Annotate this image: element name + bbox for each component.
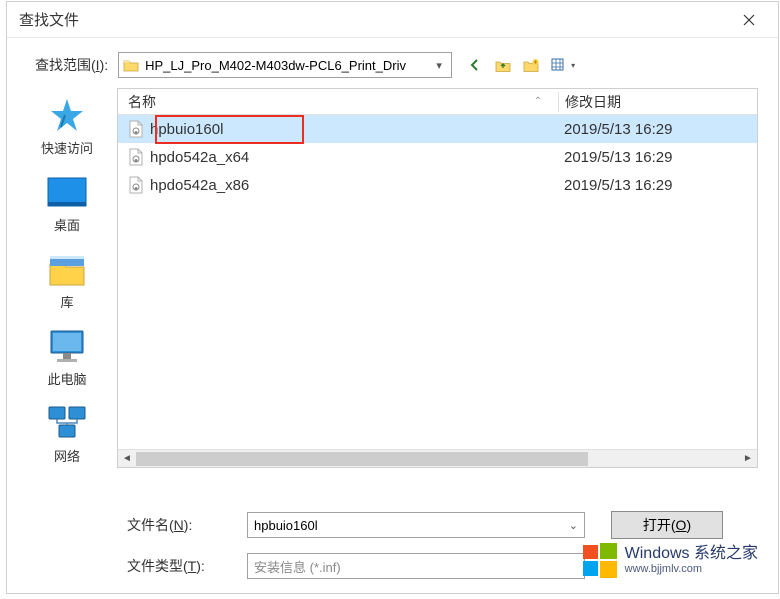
file-date: 2019/5/13 16:29 — [558, 121, 757, 138]
chevron-down-icon: ▾ — [571, 61, 575, 70]
horizontal-scrollbar[interactable]: ◄ ► — [118, 449, 757, 467]
file-list[interactable]: hpbuio160l 2019/5/13 16:29 hpdo542a_x64 … — [118, 115, 757, 449]
filetype-combo[interactable]: 安装信息 (*.inf) — [247, 553, 585, 579]
inf-file-icon — [128, 120, 144, 138]
place-network[interactable]: 网络 — [22, 404, 112, 465]
new-folder-icon — [523, 58, 539, 72]
desktop-icon — [45, 173, 89, 213]
folder-icon — [123, 58, 139, 72]
file-name: hpbuio160l — [150, 121, 223, 138]
titlebar: 查找文件 — [7, 2, 778, 38]
quick-access-icon — [45, 96, 89, 136]
chevron-down-icon: ⌄ — [569, 519, 578, 532]
bottom-form: 文件名(N): hpbuio160l ⌄ 打开(O) 文件类型(T): 安装信息… — [7, 497, 778, 593]
look-in-label: 查找范围(I): — [35, 55, 108, 75]
file-name: hpdo542a_x86 — [150, 177, 249, 194]
file-date: 2019/5/13 16:29 — [558, 149, 757, 166]
inf-file-icon — [128, 148, 144, 166]
window-title: 查找文件 — [19, 9, 730, 30]
filename-label: 文件名(N): — [127, 515, 247, 535]
file-row[interactable]: hpbuio160l 2019/5/13 16:29 — [118, 115, 757, 143]
file-row[interactable]: hpdo542a_x64 2019/5/13 16:29 — [118, 143, 757, 171]
scroll-right-button[interactable]: ► — [739, 450, 757, 468]
file-list-panel: 名称 ⌃ 修改日期 hpbuio160l 2019/5/13 16:29 hpd… — [117, 88, 758, 468]
main-area: 快速访问 桌面 库 此电脑 — [7, 88, 778, 497]
file-date: 2019/5/13 16:29 — [558, 177, 757, 194]
file-list-header: 名称 ⌃ 修改日期 — [118, 89, 757, 115]
back-button[interactable] — [466, 56, 484, 74]
look-in-combo[interactable]: HP_LJ_Pro_M402-M403dw-PCL6_Print_Driv ▾ — [118, 52, 452, 78]
scroll-track[interactable] — [136, 450, 739, 468]
scroll-thumb[interactable] — [136, 452, 588, 466]
back-arrow-icon — [467, 57, 483, 73]
places-bar: 快速访问 桌面 库 此电脑 — [17, 88, 117, 497]
look-in-row: 查找范围(I): HP_LJ_Pro_M402-M403dw-PCL6_Prin… — [7, 38, 778, 88]
file-name: hpdo542a_x64 — [150, 149, 249, 166]
new-folder-button[interactable] — [522, 56, 540, 74]
find-file-dialog: 查找文件 查找范围(I): HP_LJ_Pro_M402-M403dw-PCL6… — [6, 1, 779, 594]
network-icon — [45, 404, 89, 444]
inf-file-icon — [128, 176, 144, 194]
open-button[interactable]: 打开(O) — [611, 511, 723, 539]
sort-indicator-icon: ⌃ — [518, 96, 558, 107]
place-desktop[interactable]: 桌面 — [22, 173, 112, 234]
column-header-name[interactable]: 名称 — [118, 92, 518, 112]
up-one-level-button[interactable] — [494, 56, 512, 74]
look-in-toolbar: ▾ — [466, 56, 568, 74]
libraries-icon — [45, 250, 89, 290]
this-pc-icon — [45, 327, 89, 367]
view-grid-icon — [551, 58, 567, 72]
place-this-pc[interactable]: 此电脑 — [22, 327, 112, 388]
close-button[interactable] — [730, 6, 768, 34]
folder-up-icon — [495, 58, 511, 72]
place-libraries[interactable]: 库 — [22, 250, 112, 311]
chevron-down-icon: ▾ — [431, 59, 447, 72]
place-quick-access[interactable]: 快速访问 — [22, 96, 112, 157]
filename-input[interactable]: hpbuio160l ⌄ — [247, 512, 585, 538]
look-in-folder-name: HP_LJ_Pro_M402-M403dw-PCL6_Print_Driv — [145, 58, 431, 73]
scroll-left-button[interactable]: ◄ — [118, 450, 136, 468]
filetype-label: 文件类型(T): — [127, 556, 247, 576]
view-menu-button[interactable]: ▾ — [550, 56, 568, 74]
file-row[interactable]: hpdo542a_x86 2019/5/13 16:29 — [118, 171, 757, 199]
close-icon — [743, 14, 755, 26]
column-header-date[interactable]: 修改日期 — [559, 92, 757, 112]
